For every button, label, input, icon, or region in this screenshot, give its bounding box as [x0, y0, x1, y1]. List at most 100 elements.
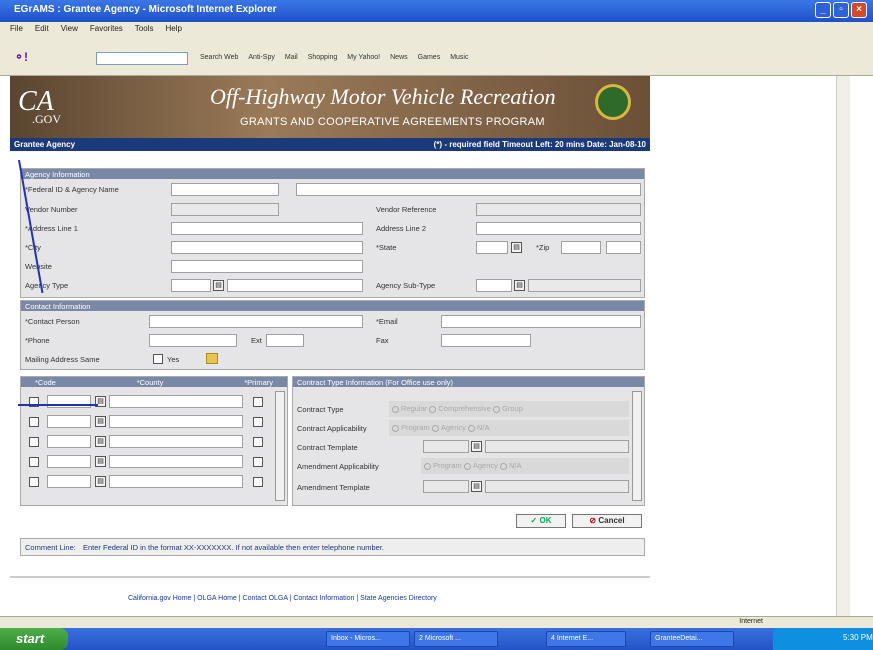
addr2-label: Address Line 2: [376, 224, 427, 233]
page-scrollbar[interactable]: [836, 76, 850, 616]
banner-title: Off-Highway Motor Vehicle Recreation: [210, 84, 556, 109]
comment-text: Enter Federal ID in the format XX-XXXXXX…: [83, 543, 385, 552]
menu-tools[interactable]: Tools: [135, 24, 154, 36]
mail-button[interactable]: Mail: [285, 54, 298, 61]
county-name-input[interactable]: [109, 395, 243, 408]
agency-subtype-code-input[interactable]: [476, 279, 512, 292]
menu-help[interactable]: Help: [165, 24, 181, 36]
copy-address-icon[interactable]: [206, 353, 218, 364]
my-yahoo-button[interactable]: My Yahoo!: [347, 54, 380, 61]
county-col-header: *County: [136, 378, 164, 387]
minimize-button[interactable]: _: [815, 2, 831, 18]
contract-type-radios[interactable]: Regular Comprehensive Group: [389, 401, 629, 417]
state-dropdown-icon[interactable]: ▤: [511, 242, 522, 253]
county-dropdown-icon[interactable]: ▤: [95, 436, 106, 447]
contract-applicability-radios[interactable]: Program Agency N/A: [389, 420, 629, 436]
amend-template-name-input[interactable]: [485, 480, 629, 493]
amend-template-dropdown-icon[interactable]: ▤: [471, 481, 482, 492]
website-input[interactable]: [171, 260, 363, 273]
search-web-button[interactable]: Search Web: [200, 54, 238, 61]
address-line2-input[interactable]: [476, 222, 641, 235]
maximize-button[interactable]: ▫: [833, 2, 849, 18]
menu-view[interactable]: View: [61, 24, 78, 36]
session-info: (*) - required field Timeout Left: 20 mi…: [433, 140, 646, 149]
ok-button[interactable]: ✓ OK: [516, 514, 566, 528]
menu-file[interactable]: File: [10, 24, 23, 36]
email-input[interactable]: [441, 315, 641, 328]
county-dropdown-icon[interactable]: ▤: [95, 476, 106, 487]
amend-template-label: Amendment Template: [297, 483, 370, 492]
zip-input[interactable]: [561, 241, 601, 254]
state-input[interactable]: [476, 241, 508, 254]
contact-person-input[interactable]: [149, 315, 363, 328]
county-name-input[interactable]: [109, 415, 243, 428]
phone-input[interactable]: [149, 334, 237, 347]
shopping-button[interactable]: Shopping: [308, 54, 338, 61]
cancel-button[interactable]: ⊘ Cancel: [572, 514, 642, 528]
yahoo-icon[interactable]: ⚬!: [14, 50, 28, 64]
county-code-input[interactable]: [47, 455, 91, 468]
federal-id-input[interactable]: [171, 183, 279, 196]
clock: 5:30 PM: [843, 633, 873, 642]
contract-applicability-label: Contract Applicability: [297, 424, 367, 433]
contract-section: Contract Type Information (For Office us…: [292, 376, 645, 506]
mailing-label: Mailing Address Same: [25, 355, 100, 364]
menu-edit[interactable]: Edit: [35, 24, 49, 36]
county-name-input[interactable]: [109, 475, 243, 488]
news-button[interactable]: News: [390, 54, 408, 61]
mailing-same-checkbox[interactable]: [153, 354, 163, 364]
zip-ext-input[interactable]: [606, 241, 641, 254]
county-dropdown-icon[interactable]: ▤: [95, 416, 106, 427]
primary-checkbox[interactable]: [253, 437, 263, 447]
county-code-input[interactable]: [47, 395, 91, 408]
ext-input[interactable]: [266, 334, 304, 347]
agency-name-input[interactable]: [296, 183, 641, 196]
county-header: *Code *County *Primary: [21, 377, 287, 387]
taskbar-item-inbox[interactable]: Inbox - Micros...: [326, 631, 410, 647]
amend-applicability-radios[interactable]: Program Agency N/A: [421, 458, 629, 474]
taskbar-item-grantee[interactable]: GranteeDetai...: [650, 631, 734, 647]
footer-links[interactable]: California.gov Home | OLGA Home | Contac…: [128, 595, 437, 602]
contract-template-input[interactable]: [423, 440, 469, 453]
county-name-input[interactable]: [109, 435, 243, 448]
county-row-checkbox[interactable]: [29, 417, 39, 427]
primary-checkbox[interactable]: [253, 477, 263, 487]
breadcrumb[interactable]: Grantee Agency: [14, 140, 75, 149]
primary-checkbox[interactable]: [253, 457, 263, 467]
county-code-input[interactable]: [47, 435, 91, 448]
county-row-checkbox[interactable]: [29, 477, 39, 487]
county-code-input[interactable]: [47, 415, 91, 428]
agency-type-input[interactable]: [227, 279, 363, 292]
start-button[interactable]: start: [0, 628, 68, 650]
county-dropdown-icon[interactable]: ▤: [95, 456, 106, 467]
menu-favorites[interactable]: Favorites: [90, 24, 123, 36]
contract-template-name-input[interactable]: [485, 440, 629, 453]
city-input[interactable]: [171, 241, 363, 254]
county-scrollbar[interactable]: [275, 391, 285, 501]
anti-spy-button[interactable]: Anti-Spy: [248, 54, 274, 61]
games-button[interactable]: Games: [418, 54, 441, 61]
amend-template-input[interactable]: [423, 480, 469, 493]
county-name-input[interactable]: [109, 455, 243, 468]
agency-type-dropdown-icon[interactable]: ▤: [213, 280, 224, 291]
taskbar: start Inbox - Micros... 2 Microsoft ... …: [0, 628, 873, 650]
contact-person-label: *Contact Person: [25, 317, 80, 326]
close-button[interactable]: ×: [851, 2, 867, 18]
county-code-input[interactable]: [47, 475, 91, 488]
fax-input[interactable]: [441, 334, 531, 347]
taskbar-item-ie[interactable]: 4 Internet E...: [546, 631, 626, 647]
agency-subtype-input[interactable]: [528, 279, 641, 292]
county-row-checkbox[interactable]: [29, 437, 39, 447]
county-row-checkbox[interactable]: [29, 457, 39, 467]
primary-checkbox[interactable]: [253, 417, 263, 427]
agency-type-code-input[interactable]: [171, 279, 211, 292]
contract-template-dropdown-icon[interactable]: ▤: [471, 441, 482, 452]
contract-scrollbar[interactable]: [632, 391, 642, 501]
taskbar-item-microsoft[interactable]: 2 Microsoft ...: [414, 631, 498, 647]
address-line1-input[interactable]: [171, 222, 363, 235]
primary-checkbox[interactable]: [253, 397, 263, 407]
agency-subtype-dropdown-icon[interactable]: ▤: [514, 280, 525, 291]
zip-label: *Zip: [536, 243, 550, 252]
music-button[interactable]: Music: [450, 54, 468, 61]
address-input[interactable]: [96, 52, 188, 65]
